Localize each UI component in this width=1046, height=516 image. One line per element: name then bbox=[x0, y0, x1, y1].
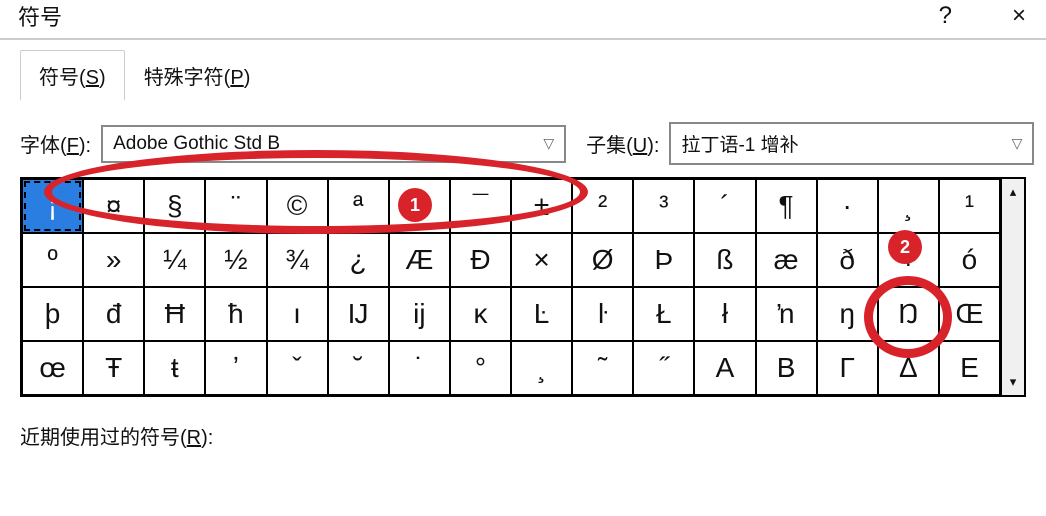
symbol-cell[interactable]: ¸ bbox=[878, 179, 939, 233]
symbol-cell[interactable]: ´ bbox=[694, 179, 755, 233]
symbol-cell[interactable]: Γ bbox=[817, 341, 878, 395]
symbol-cell[interactable]: ± bbox=[511, 179, 572, 233]
symbol-cell[interactable]: ¶ bbox=[756, 179, 817, 233]
symbol-cell[interactable]: ŉ bbox=[756, 287, 817, 341]
tab-special-chars[interactable]: 特殊字符(P) bbox=[125, 50, 270, 100]
symbol-cell[interactable]: ˇ bbox=[267, 341, 328, 395]
symbol-cell[interactable]: § bbox=[144, 179, 205, 233]
symbol-cell[interactable]: º bbox=[22, 233, 83, 287]
symbol-cell[interactable]: ¼ bbox=[144, 233, 205, 287]
symbol-cell[interactable]: · bbox=[817, 179, 878, 233]
symbol-cell[interactable]: Β bbox=[756, 341, 817, 395]
symbol-grid-wrap: ¡¤§¨©ª«¯±²³´¶·¸¹º»¼½¾¿ÆÐ×ØÞßæð÷óþđĦħıĲĳĸ… bbox=[20, 177, 1026, 397]
symbol-cell[interactable]: Þ bbox=[633, 233, 694, 287]
symbol-cell[interactable]: ³ bbox=[633, 179, 694, 233]
symbol-cell[interactable]: ÷ bbox=[878, 233, 939, 287]
symbol-cell[interactable]: Ε bbox=[939, 341, 1000, 395]
scrollbar[interactable]: ▴ ▾ bbox=[1000, 179, 1024, 395]
symbol-cell[interactable]: Œ bbox=[939, 287, 1000, 341]
symbol-cell[interactable]: ß bbox=[694, 233, 755, 287]
tab-symbols[interactable]: 符号(S) bbox=[20, 50, 125, 100]
subset-combobox[interactable]: 拉丁语-1 增补 ▽ bbox=[669, 122, 1034, 165]
symbol-cell[interactable]: ° bbox=[450, 341, 511, 395]
subset-label: 子集(U): bbox=[586, 129, 659, 158]
symbol-cell[interactable]: ŀ bbox=[572, 287, 633, 341]
symbol-cell[interactable]: Ł bbox=[633, 287, 694, 341]
help-button[interactable]: ? bbox=[939, 2, 952, 30]
symbol-cell[interactable]: ² bbox=[572, 179, 633, 233]
symbol-cell[interactable]: Ĳ bbox=[328, 287, 389, 341]
chevron-down-icon: ▽ bbox=[543, 135, 554, 152]
symbol-cell[interactable]: ¡ bbox=[22, 179, 83, 233]
symbol-cell[interactable]: ħ bbox=[205, 287, 266, 341]
symbol-grid: ¡¤§¨©ª«¯±²³´¶·¸¹º»¼½¾¿ÆÐ×ØÞßæð÷óþđĦħıĲĳĸ… bbox=[22, 179, 1000, 395]
font-combobox[interactable]: Adobe Gothic Std B ▽ bbox=[101, 125, 566, 163]
symbol-cell[interactable]: ð bbox=[817, 233, 878, 287]
dialog-title: 符号 bbox=[18, 0, 62, 32]
symbol-cell[interactable]: ¿ bbox=[328, 233, 389, 287]
symbol-cell[interactable]: ı bbox=[267, 287, 328, 341]
font-label: 字体(F): bbox=[20, 129, 91, 158]
symbol-cell[interactable]: Δ bbox=[878, 341, 939, 395]
symbol-cell[interactable]: ¾ bbox=[267, 233, 328, 287]
symbol-cell[interactable]: ˘ bbox=[328, 341, 389, 395]
symbol-cell[interactable]: ˜ bbox=[572, 341, 633, 395]
symbol-cell[interactable]: ŋ bbox=[817, 287, 878, 341]
symbol-cell[interactable]: Ŀ bbox=[511, 287, 572, 341]
symbol-cell[interactable]: æ bbox=[756, 233, 817, 287]
symbol-cell[interactable]: Α bbox=[694, 341, 755, 395]
symbol-cell[interactable]: ł bbox=[694, 287, 755, 341]
symbol-cell[interactable]: » bbox=[83, 233, 144, 287]
symbol-cell[interactable]: ¸ bbox=[511, 341, 572, 395]
symbol-cell[interactable]: × bbox=[511, 233, 572, 287]
symbol-cell[interactable]: ¯ bbox=[450, 179, 511, 233]
symbol-cell[interactable]: ¨ bbox=[205, 179, 266, 233]
symbol-cell[interactable]: đ bbox=[83, 287, 144, 341]
titlebar: 符号 ? × bbox=[0, 0, 1046, 38]
symbol-cell[interactable]: ˝ bbox=[633, 341, 694, 395]
symbol-cell[interactable]: Ð bbox=[450, 233, 511, 287]
symbol-cell[interactable]: ª bbox=[328, 179, 389, 233]
subset-value: 拉丁语-1 增补 bbox=[681, 130, 798, 157]
tab-strip: 符号(S) 特殊字符(P) bbox=[20, 50, 1026, 100]
close-button[interactable]: × bbox=[1012, 2, 1026, 30]
symbol-cell[interactable]: ½ bbox=[205, 233, 266, 287]
symbol-cell[interactable]: Ħ bbox=[144, 287, 205, 341]
symbol-cell[interactable]: ĳ bbox=[389, 287, 450, 341]
symbol-cell[interactable]: Æ bbox=[389, 233, 450, 287]
symbol-cell[interactable]: ĸ bbox=[450, 287, 511, 341]
symbol-cell[interactable]: « bbox=[389, 179, 450, 233]
symbol-cell[interactable]: Ø bbox=[572, 233, 633, 287]
symbol-cell[interactable]: ʼ bbox=[205, 341, 266, 395]
symbol-cell[interactable]: ˙ bbox=[389, 341, 450, 395]
scroll-down-icon[interactable]: ▾ bbox=[1002, 369, 1024, 395]
symbol-cell[interactable]: œ bbox=[22, 341, 83, 395]
recent-label: 近期使用过的符号(R): bbox=[20, 421, 1026, 450]
chevron-down-icon: ▽ bbox=[1012, 135, 1023, 152]
symbol-cell[interactable]: ¹ bbox=[939, 179, 1000, 233]
symbol-cell[interactable]: þ bbox=[22, 287, 83, 341]
symbol-cell[interactable]: © bbox=[267, 179, 328, 233]
scroll-up-icon[interactable]: ▴ bbox=[1002, 179, 1024, 205]
symbol-cell[interactable]: ŧ bbox=[144, 341, 205, 395]
symbol-cell[interactable]: Ŋ bbox=[878, 287, 939, 341]
symbol-cell[interactable]: ó bbox=[939, 233, 1000, 287]
font-value: Adobe Gothic Std B bbox=[113, 133, 280, 155]
symbol-cell[interactable]: Ŧ bbox=[83, 341, 144, 395]
symbol-cell[interactable]: ¤ bbox=[83, 179, 144, 233]
